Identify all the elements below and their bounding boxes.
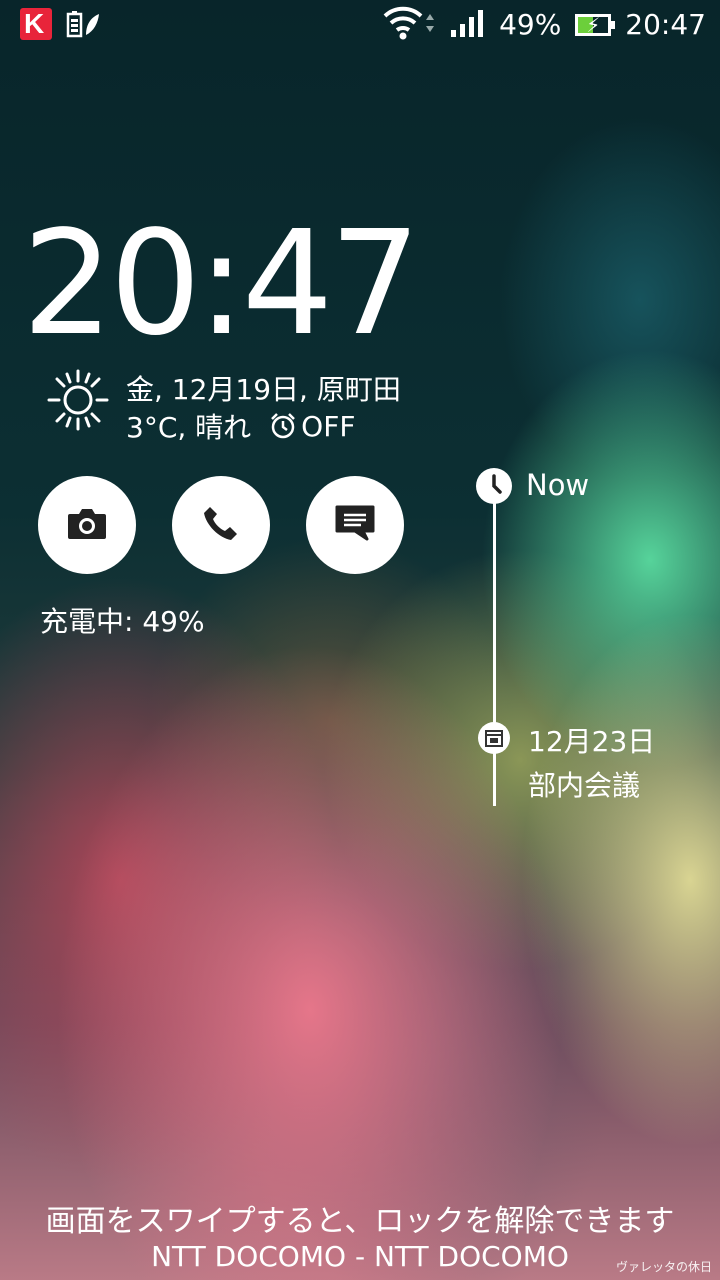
- event-title: 部内会議: [528, 769, 641, 802]
- charging-status: 充電中: 49%: [40, 605, 205, 638]
- carrier-label: NTT DOCOMO - NTT DOCOMO: [151, 1240, 569, 1273]
- event-timeline[interactable]: Now 12月23日 部内会議: [476, 466, 706, 816]
- calendar-icon: [478, 722, 510, 754]
- battery-percent: 49%: [499, 8, 562, 41]
- status-time: 20:47: [625, 8, 706, 41]
- date-location: 金, 12月19日, 原町田: [126, 373, 401, 406]
- message-shortcut-button[interactable]: [306, 476, 404, 574]
- status-bar: K 49% ⚡ 20:47: [0, 0, 720, 50]
- lockscreen-clock: 20:47: [22, 199, 421, 367]
- event-date: 12月23日: [528, 725, 656, 758]
- phone-shortcut-button[interactable]: [172, 476, 270, 574]
- sun-icon: [46, 368, 110, 432]
- watermark-text: ヴァレッタの休日: [615, 1260, 712, 1274]
- alarm-clock-icon: [269, 412, 297, 440]
- shortcut-row: [38, 476, 404, 574]
- timeline-line: [493, 496, 496, 806]
- message-icon: [333, 503, 377, 547]
- camera-shortcut-button[interactable]: [38, 476, 136, 574]
- camera-icon: [66, 505, 108, 545]
- phone-icon: [201, 503, 241, 547]
- alarm-status: OFF: [301, 409, 356, 443]
- eco-battery-icon: [66, 9, 100, 39]
- battery-nub: [611, 21, 616, 29]
- kaspersky-icon: K: [20, 8, 52, 40]
- clock-icon: [476, 468, 512, 504]
- unlock-hint: 画面をスワイプすると、ロックを解除できます: [45, 1204, 675, 1239]
- battery-charging-icon: ⚡: [575, 13, 616, 37]
- signal-icon: [449, 8, 485, 42]
- bolt-icon: ⚡: [586, 13, 601, 37]
- wifi-icon: [383, 6, 435, 44]
- temperature-condition: 3°C, 晴れ: [126, 411, 252, 444]
- timeline-now-label: Now: [526, 468, 590, 502]
